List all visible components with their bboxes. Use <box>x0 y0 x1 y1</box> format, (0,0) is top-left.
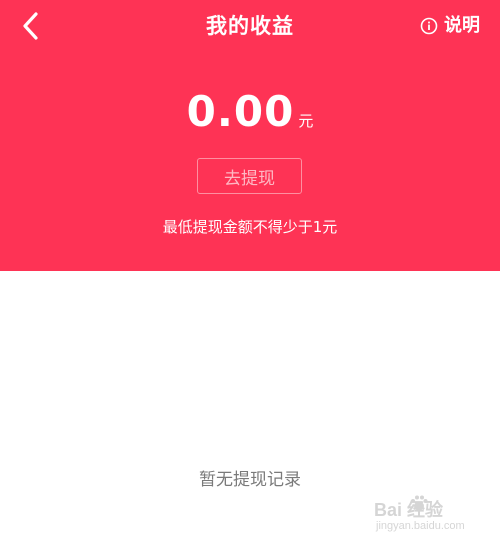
balance-display: 0.00 元 <box>0 86 500 138</box>
paw-icon <box>411 495 428 511</box>
help-button[interactable]: 说明 <box>420 13 480 39</box>
help-label: 说明 <box>444 15 480 36</box>
empty-records-message: 暂无提现记录 <box>199 470 301 490</box>
balance-amount: 0.00 <box>186 87 295 136</box>
baidu-jingyan-watermark: Bai 经验 jingyan.baidu.com <box>374 492 492 532</box>
balance-unit: 元 <box>298 112 314 130</box>
info-icon <box>420 17 438 35</box>
earnings-header: 我的收益 说明 0.00 元 去提现 最低提现金额不得少于1元 <box>0 0 500 271</box>
minimum-withdraw-note: 最低提现金额不得少于1元 <box>162 218 338 236</box>
withdraw-button[interactable]: 去提现 <box>197 158 302 194</box>
watermark-url: jingyan.baidu.com <box>376 520 465 532</box>
